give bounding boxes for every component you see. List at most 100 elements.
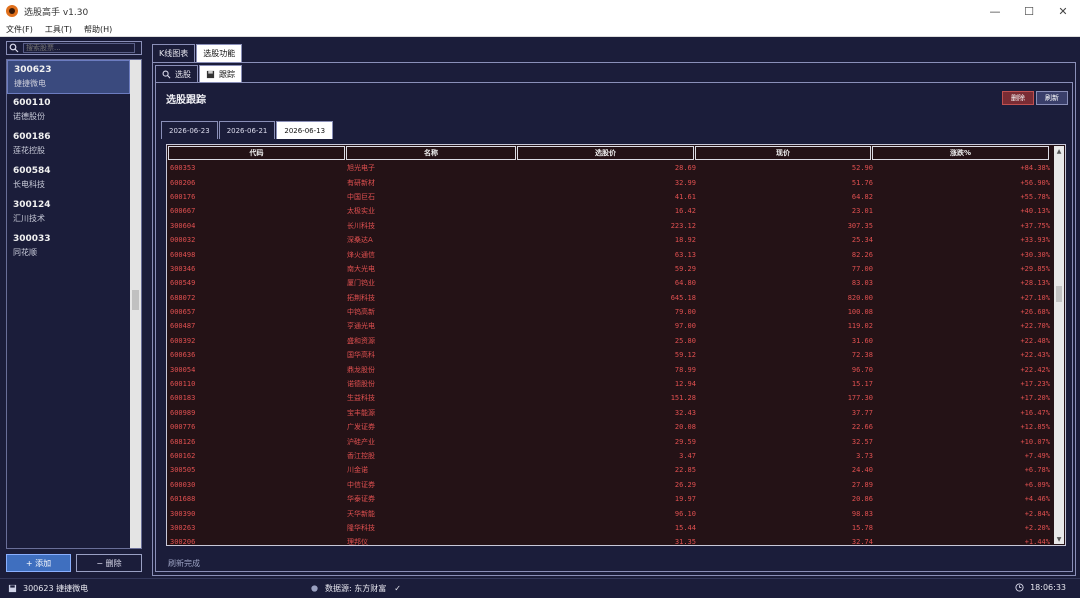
cell-name: 生益科技 [347,394,375,403]
cell-name: 香江控股 [347,452,375,460]
table-row[interactable]: 000657 中钨高新 79.00 100.08 +26.68% [168,305,1054,319]
menu-file[interactable]: 文件(F) [6,24,33,35]
tab-select-label: 选股 [175,69,191,79]
tab-date[interactable]: 2026-06-23 [161,121,218,139]
table-row[interactable]: 600162 香江控股 3.47 3.73 +7.49% [168,449,1054,463]
refresh-button[interactable]: 刷新 [1036,91,1068,105]
stock-list-item[interactable]: 600584 长电科技 [7,162,130,196]
cell-code: 600030 [170,480,196,489]
table-row[interactable]: 000776 广发证券 20.08 22.66 +12.85% [168,420,1054,434]
cell-current-price: 32.74 [851,538,873,546]
table-row[interactable]: 688126 沪硅产业 29.59 32.57 +10.07% [168,434,1054,448]
tab-date[interactable]: 2026-06-21 [218,121,276,139]
table-row[interactable]: 600498 烽火通信 63.13 82.26 +30.30% [168,247,1054,261]
cell-current-price: 37.77 [851,408,873,417]
cell-name: 隆华科技 [347,523,375,532]
table-row[interactable]: 600110 诺德股份 12.94 15.17 +17.23% [168,377,1054,391]
stock-list-item[interactable]: 300033 同花顺 [7,230,130,264]
table-row[interactable]: 600030 中信证券 26.29 27.89 +6.09% [168,478,1054,492]
table-row[interactable]: 601688 华泰证券 19.97 20.86 +4.46% [168,492,1054,506]
table-row[interactable]: 000032 深桑达A 18.92 25.34 +33.93% [168,233,1054,247]
cell-current-price: 15.78 [851,523,873,532]
cell-code: 600392 [170,336,196,345]
check-icon: ✓ [394,584,401,593]
table-row[interactable]: 600206 有研新材 32.99 51.76 +56.90% [168,175,1054,189]
menu-tools[interactable]: 工具(T) [45,24,72,35]
tab-track[interactable]: 跟踪 [199,65,242,82]
stock-list-item[interactable]: 600110 诺德股份 [7,94,130,128]
cell-select-price: 18.92 [674,236,696,245]
table-row[interactable]: 300054 鼎龙股份 78.99 96.70 +22.42% [168,362,1054,376]
cell-change-pct: +22.43% [1020,351,1050,360]
scroll-down-icon[interactable]: ▼ [1054,534,1064,544]
maximize-button[interactable]: ☐ [1012,0,1046,22]
close-button[interactable]: ✕ [1046,0,1080,22]
cell-select-price: 26.29 [674,480,696,489]
remove-button[interactable]: 删除 [1002,91,1034,105]
status-time: 18:06:33 [1015,583,1066,592]
tab-kline-chart[interactable]: K线图表 [152,44,196,62]
cell-change-pct: +10.07% [1020,437,1050,446]
table-row[interactable]: 300505 川金诺 22.85 24.40 +6.78% [168,463,1054,477]
tab-stock-selection[interactable]: 选股功能 [196,44,243,62]
table-row[interactable]: 600989 宝丰能源 32.43 37.77 +16.47% [168,406,1054,420]
table-row[interactable]: 600636 国华高科 59.12 72.38 +22.43% [168,348,1054,362]
search-input[interactable] [23,43,135,53]
table-row[interactable]: 600176 中国巨石 41.61 64.82 +55.78% [168,190,1054,204]
stock-list: 300623 捷捷微电 600110 诺德股份 600186 莲花控股 6005… [6,59,142,549]
cell-change-pct: +27.10% [1020,293,1050,302]
table-row[interactable]: 300604 长川科技 223.12 307.35 +37.75% [168,219,1054,233]
cell-name: 烽火通信 [347,250,375,259]
cell-code: 300604 [170,221,196,230]
column-header-current-price[interactable]: 现价 [695,146,871,160]
tab-select[interactable]: 选股 [155,65,198,82]
table-row[interactable]: 600392 盛和资源 25.80 31.60 +22.48% [168,334,1054,348]
cell-name: 中信证券 [347,480,375,489]
table-row[interactable]: 688072 拓荆科技 645.18 820.00 +27.10% [168,291,1054,305]
cell-select-price: 79.00 [674,308,696,317]
cell-code: 688126 [170,437,196,446]
table-row[interactable]: 600183 生益科技 151.28 177.30 +17.20% [168,391,1054,405]
clock-icon [1015,583,1024,592]
cell-current-price: 119.02 [847,322,873,331]
scroll-up-icon[interactable]: ▲ [1054,146,1064,156]
cell-change-pct: +22.42% [1020,365,1050,374]
stock-name: 汇川技术 [13,214,45,223]
cell-select-price: 32.99 [674,178,696,187]
stock-list-scrollbar[interactable] [130,60,141,548]
tab-date[interactable]: 2026-06-13 [276,121,334,139]
cell-name: 国华高科 [347,351,375,360]
stock-list-item[interactable]: 300124 汇川技术 [7,196,130,230]
main-tabs: K线图表 选股功能 [152,44,243,62]
table-row[interactable]: 300206 理邦仪 31.35 32.74 +1.44% [168,535,1054,546]
cell-current-price: 82.26 [851,250,873,259]
minimize-button[interactable]: — [978,0,1012,22]
cell-code: 300390 [170,509,196,518]
table-row[interactable]: 300346 南大光电 59.29 77.00 +29.85% [168,262,1054,276]
add-stock-button[interactable]: + 添加 [6,554,71,572]
table-scrollbar[interactable]: ▲ ▼ [1054,146,1064,544]
search-box [6,41,142,55]
table-row[interactable]: 600667 太极实业 16.42 23.01 +40.13% [168,204,1054,218]
column-header-select-price[interactable]: 选股价 [517,146,694,160]
cell-name: 长川科技 [347,221,375,230]
table-row[interactable]: 600353 旭光电子 28.69 52.90 +84.38% [168,161,1054,175]
scroll-thumb[interactable] [132,290,139,310]
cell-code: 300206 [170,538,196,546]
column-header-name[interactable]: 名称 [346,146,516,160]
cell-current-price: 15.17 [851,380,873,389]
stock-list-item[interactable]: 600186 莲花控股 [7,128,130,162]
cell-code: 300505 [170,466,196,475]
menu-help[interactable]: 帮助(H) [84,24,112,35]
table-row[interactable]: 600487 亨通光电 97.00 119.02 +22.70% [168,319,1054,333]
scroll-thumb[interactable] [1056,286,1062,302]
table-row[interactable]: 600549 厦门钨业 64.80 83.03 +28.13% [168,276,1054,290]
stock-list-item[interactable]: 300623 捷捷微电 [7,60,130,94]
cell-name: 中国巨石 [347,192,375,201]
column-header-change-pct[interactable]: 涨跌% [872,146,1049,160]
table-row[interactable]: 300390 天华新能 96.10 98.83 +2.84% [168,506,1054,520]
delete-stock-button[interactable]: − 删除 [76,554,142,572]
table-row[interactable]: 300263 隆华科技 15.44 15.78 +2.20% [168,521,1054,535]
cell-change-pct: +29.85% [1020,264,1050,273]
column-header-code[interactable]: 代码 [168,146,345,160]
